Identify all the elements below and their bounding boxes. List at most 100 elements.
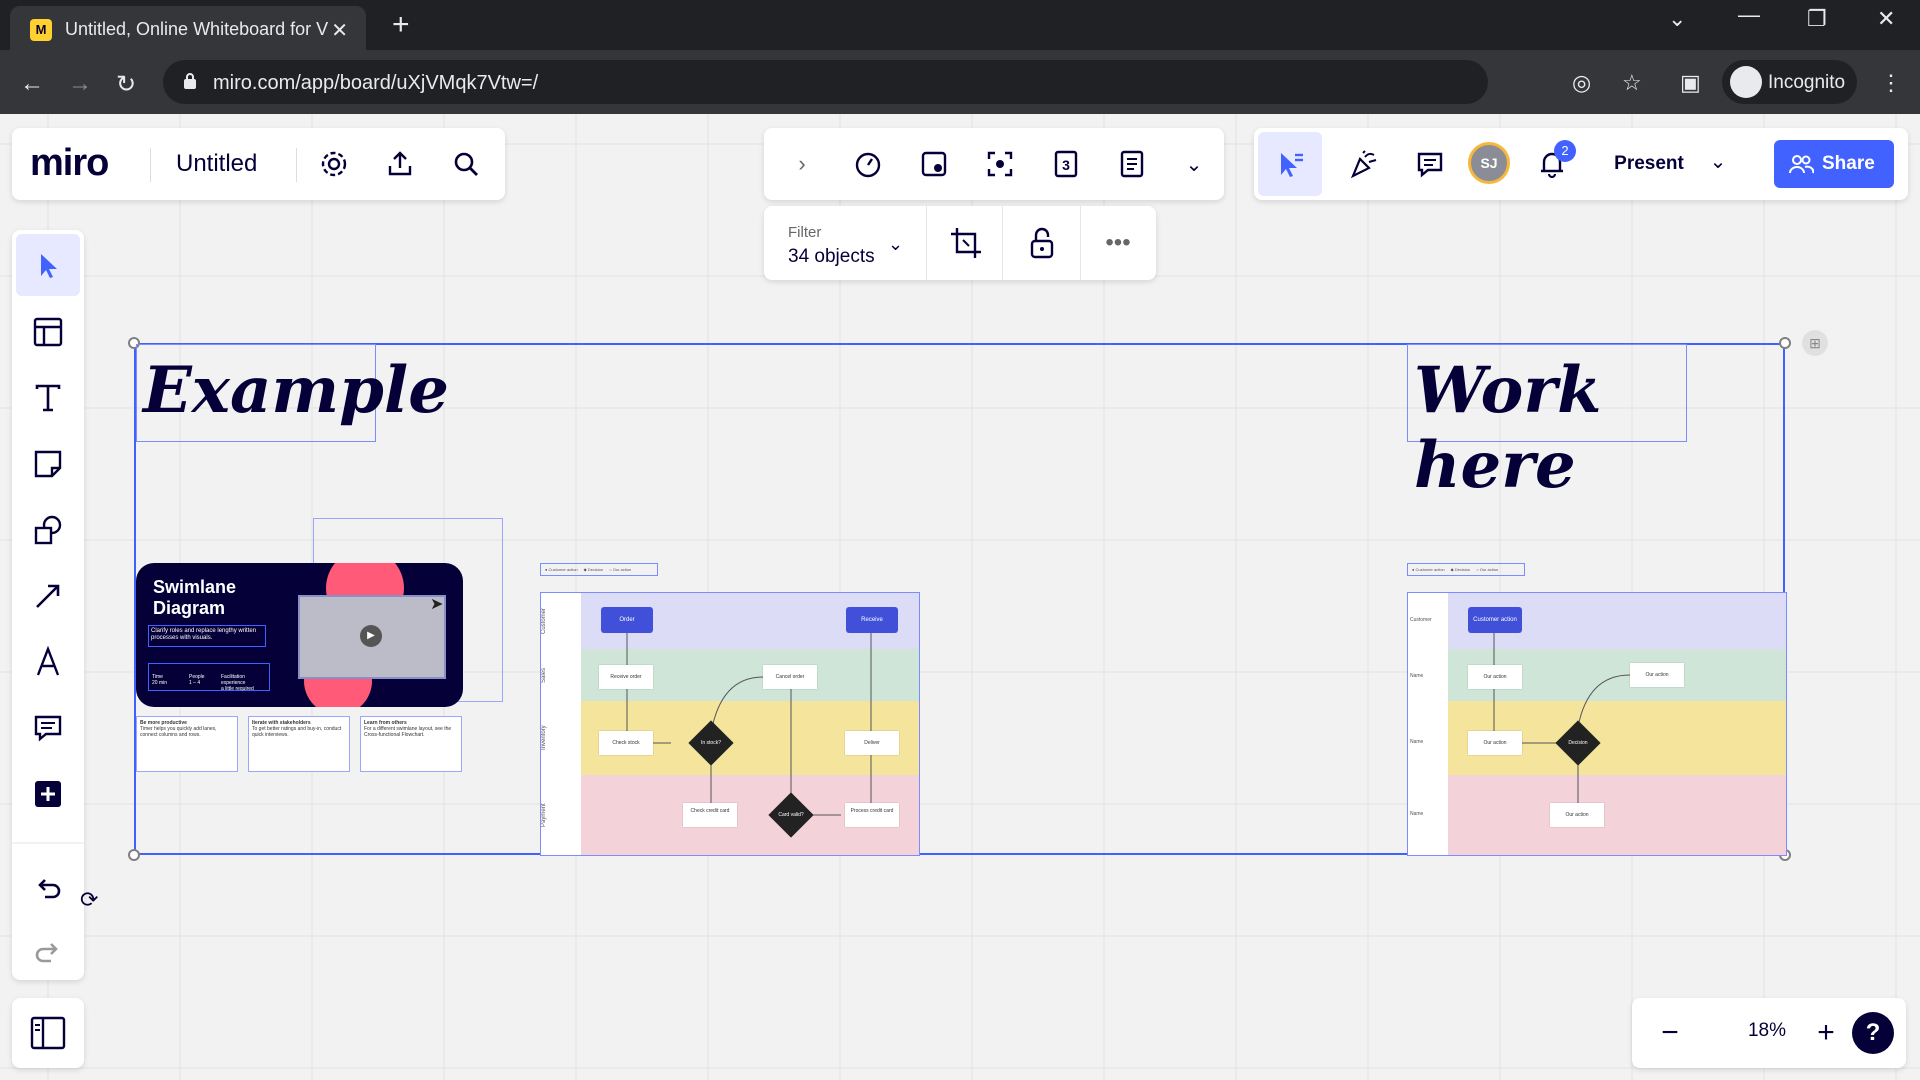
share-button[interactable]: Share (1774, 140, 1894, 188)
template-card[interactable]: Swimlane Diagram Clarify roles and repla… (136, 563, 463, 707)
pen-tool[interactable] (26, 640, 70, 684)
settings-button[interactable] (312, 142, 356, 186)
board-header-panel: miro Untitled (12, 128, 505, 200)
window-close-icon[interactable]: ✕ (1877, 6, 1895, 32)
browser-tab[interactable]: M Untitled, Online Whiteboard for V ✕ (10, 6, 366, 50)
tab-close-icon[interactable]: ✕ (331, 18, 348, 43)
card-customer-action[interactable]: Customer action (1468, 607, 1522, 633)
present-dropdown-icon[interactable]: ⌄ (1698, 138, 1738, 190)
legend-label: Customer action (548, 567, 578, 572)
top-right-panel: SJ 2 Present ⌄ Share (1254, 128, 1908, 200)
left-toolbar (12, 230, 84, 980)
templates-tool[interactable] (26, 310, 70, 354)
stat-time: Time 20 min (152, 674, 167, 686)
export-button[interactable] (378, 142, 422, 186)
text-icon (35, 384, 61, 412)
fit-frame-button[interactable] (944, 221, 988, 265)
example-title-box[interactable]: Example (136, 344, 449, 442)
card-deliver[interactable]: Deliver (845, 731, 899, 755)
card-receive[interactable]: Receive (846, 607, 898, 633)
expand-chevron-icon[interactable]: › (780, 142, 824, 186)
miro-favicon-icon: M (30, 19, 52, 41)
card-cancel-order[interactable]: Cancel order (763, 665, 817, 689)
zoom-in-icon[interactable]: + (1804, 1011, 1848, 1055)
reactions-button[interactable] (1258, 132, 1322, 196)
stat-people-value: 1 – 4 (189, 680, 201, 686)
card-process-credit[interactable]: Process credit card (845, 803, 899, 827)
tip-card[interactable]: Learn from others For a different swimla… (360, 716, 462, 772)
more-apps-tool[interactable] (26, 772, 70, 816)
work-title-box[interactable]: Work here (1407, 344, 1687, 503)
frame-grid-icon[interactable]: ⊞ (1802, 330, 1828, 356)
cursor-reactions-icon (1281, 153, 1303, 177)
focus-button[interactable] (978, 142, 1022, 186)
template-title: Swimlane Diagram (153, 577, 236, 619)
card-our-action[interactable]: Our action (1468, 731, 1522, 755)
user-avatar[interactable]: SJ (1468, 142, 1510, 184)
zoom-level[interactable]: 18% (1717, 1020, 1817, 1042)
more-tools-chevron-icon[interactable]: ⌄ (1172, 142, 1216, 186)
incognito-profile[interactable]: Incognito (1722, 60, 1857, 104)
comments-button[interactable] (1408, 142, 1452, 186)
miro-logo[interactable]: miro (30, 142, 109, 185)
side-panel-icon[interactable]: ▣ (1680, 70, 1701, 96)
forward-icon[interactable]: → (68, 70, 92, 98)
divider (12, 842, 84, 844)
search-icon (454, 152, 478, 176)
example-swimlane[interactable]: Customer Sales Inventory Payment Order R… (540, 592, 920, 856)
template-video-thumb[interactable]: ▶ (298, 595, 446, 679)
shapes-tool[interactable] (26, 508, 70, 552)
lock-button[interactable] (1020, 221, 1064, 265)
bookmark-star-icon[interactable]: ☆ (1622, 70, 1642, 96)
notes-button[interactable] (1110, 142, 1154, 186)
tip-card[interactable]: Be more productive Timer helps you quick… (136, 716, 238, 772)
filter-dropdown[interactable]: Filter 34 objects ⌄ (764, 206, 926, 280)
undo-button[interactable] (26, 866, 70, 910)
new-tab-icon[interactable]: + (392, 8, 410, 42)
celebrate-button[interactable] (1342, 142, 1386, 186)
more-options-icon[interactable]: ••• (1096, 221, 1140, 265)
voting-button[interactable] (912, 142, 956, 186)
board-name[interactable]: Untitled (176, 150, 257, 178)
card-our-action[interactable]: Our action (1468, 665, 1522, 689)
legend-item: ◆ Decision (1450, 567, 1471, 572)
countdown-button[interactable]: 3 (1044, 142, 1088, 186)
zoom-out-icon[interactable]: − (1648, 1011, 1692, 1055)
card-check-stock[interactable]: Check stock (599, 731, 653, 755)
tracking-protection-icon[interactable]: ◎ (1572, 70, 1591, 96)
reload-icon[interactable]: ↻ (116, 70, 136, 99)
comment-tool[interactable] (26, 706, 70, 750)
card-check-credit[interactable]: Check credit card (683, 803, 737, 827)
help-icon[interactable]: ? (1852, 1012, 1894, 1054)
board-panel-toggle[interactable] (12, 998, 84, 1068)
text-tool[interactable] (26, 376, 70, 420)
tip-card[interactable]: Iterate with stakeholders To get better … (248, 716, 350, 772)
resize-handle-tr[interactable] (1779, 337, 1791, 349)
example-title: Example (143, 353, 449, 428)
play-icon[interactable]: ▶ (360, 625, 382, 647)
redo-button[interactable] (26, 930, 70, 974)
share-label: Share (1822, 153, 1875, 174)
work-swimlane[interactable]: Customer Name Name Name Customer action … (1407, 592, 1787, 856)
connection-line-tool[interactable] (26, 574, 70, 618)
countdown-icon: 3 (1054, 150, 1078, 178)
select-tool[interactable] (16, 234, 80, 296)
url-field[interactable]: miro.com/app/board/uXjVMqk7Vtw=/ (163, 60, 1488, 104)
card-our-action[interactable]: Our action (1630, 663, 1684, 687)
minimize-icon[interactable]: — (1738, 2, 1760, 28)
sticky-note-tool[interactable] (26, 442, 70, 486)
stat-people: People 1 – 4 (189, 674, 205, 686)
tab-search-icon[interactable]: ⌄ (1668, 6, 1686, 32)
diamond-label: Decision (1568, 740, 1588, 746)
restore-icon[interactable]: ❐ (1807, 6, 1827, 32)
present-button[interactable]: Present (1600, 138, 1698, 190)
card-receive-order[interactable]: Receive order (599, 665, 653, 689)
upload-icon (388, 151, 412, 176)
resize-handle-bl[interactable] (128, 849, 140, 861)
card-our-action[interactable]: Our action (1550, 803, 1604, 827)
back-icon[interactable]: ← (20, 70, 44, 98)
timer-button[interactable] (846, 142, 890, 186)
browser-menu-icon[interactable]: ⋮ (1880, 70, 1902, 96)
card-order[interactable]: Order (601, 607, 653, 633)
search-button[interactable] (444, 142, 488, 186)
